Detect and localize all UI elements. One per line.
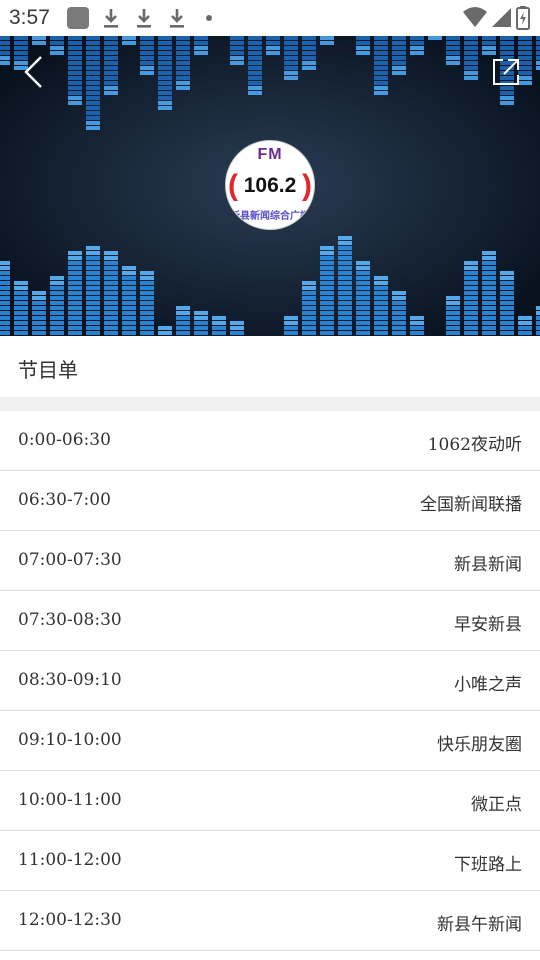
program-time: 10:00-11:00 bbox=[18, 790, 122, 810]
program-name: 新县午新闻 bbox=[437, 915, 522, 935]
program-name: 早安新县 bbox=[454, 615, 522, 635]
program-time: 07:30-08:30 bbox=[18, 610, 122, 630]
program-name: 快乐朋友圈 bbox=[437, 735, 522, 755]
station-logo: FM ( 106.2 ) 新县新闻综合广播 bbox=[225, 140, 315, 230]
program-time: 0:00-06:30 bbox=[18, 430, 111, 450]
program-name: 1062夜动听 bbox=[427, 435, 522, 455]
logo-right-bracket: ) bbox=[302, 169, 312, 202]
hero-banner: FM ( 106.2 ) 新县新闻综合广播 bbox=[0, 36, 540, 336]
section-title-schedule: 节目单 bbox=[18, 358, 78, 382]
schedule-row[interactable]: 07:00-07:30 新县新闻 bbox=[0, 531, 540, 591]
program-time: 06:30-7:00 bbox=[18, 490, 111, 510]
program-name: 下班路上 bbox=[454, 855, 522, 875]
cell-signal-icon bbox=[492, 8, 511, 27]
schedule-row[interactable]: 09:10-10:00 快乐朋友圈 bbox=[0, 711, 540, 771]
program-time: 09:10-10:00 bbox=[18, 730, 122, 750]
program-time: 08:30-09:10 bbox=[18, 670, 122, 690]
app-notification-icon bbox=[67, 7, 89, 29]
schedule-list: 0:00-06:30 1062夜动听 06:30-7:00 全国新闻联播 07:00-0… bbox=[0, 411, 540, 951]
program-name: 微正点 bbox=[471, 795, 522, 815]
download-icon bbox=[104, 9, 118, 28]
program-name: 小唯之声 bbox=[454, 675, 522, 695]
program-time: 11:00-12:00 bbox=[18, 850, 122, 870]
schedule-row[interactable]: 0:00-06:30 1062夜动听 bbox=[0, 411, 540, 471]
battery-charging-icon bbox=[516, 6, 530, 30]
schedule-row[interactable]: 06:30-7:00 全国新闻联播 bbox=[0, 471, 540, 531]
download-icon bbox=[137, 9, 151, 28]
schedule-row[interactable]: 12:00-12:30 新县午新闻 bbox=[0, 891, 540, 951]
schedule-row[interactable]: 07:30-08:30 早安新县 bbox=[0, 591, 540, 651]
logo-fm-text: FM bbox=[257, 146, 283, 163]
logo-frequency: 106.2 bbox=[243, 174, 297, 197]
status-bar: 3:57 bbox=[0, 0, 540, 36]
schedule-row[interactable]: 08:30-09:10 小唯之声 bbox=[0, 651, 540, 711]
schedule-row[interactable]: 10:00-11:00 微正点 bbox=[0, 771, 540, 831]
schedule-row[interactable]: 11:00-12:00 下班路上 bbox=[0, 831, 540, 891]
program-name: 全国新闻联播 bbox=[420, 495, 522, 515]
share-button[interactable] bbox=[486, 52, 526, 92]
download-icon bbox=[170, 9, 184, 28]
program-name: 新县新闻 bbox=[454, 555, 522, 575]
back-button[interactable] bbox=[14, 52, 54, 92]
program-time: 12:00-12:30 bbox=[18, 910, 122, 930]
more-notifications-dot-icon bbox=[206, 15, 212, 21]
status-time: 3:57 bbox=[9, 6, 50, 29]
section-divider bbox=[0, 397, 540, 411]
wifi-icon bbox=[463, 7, 487, 27]
program-time: 07:00-07:30 bbox=[18, 550, 122, 570]
logo-subtitle: 新县新闻综合广播 bbox=[230, 211, 310, 222]
